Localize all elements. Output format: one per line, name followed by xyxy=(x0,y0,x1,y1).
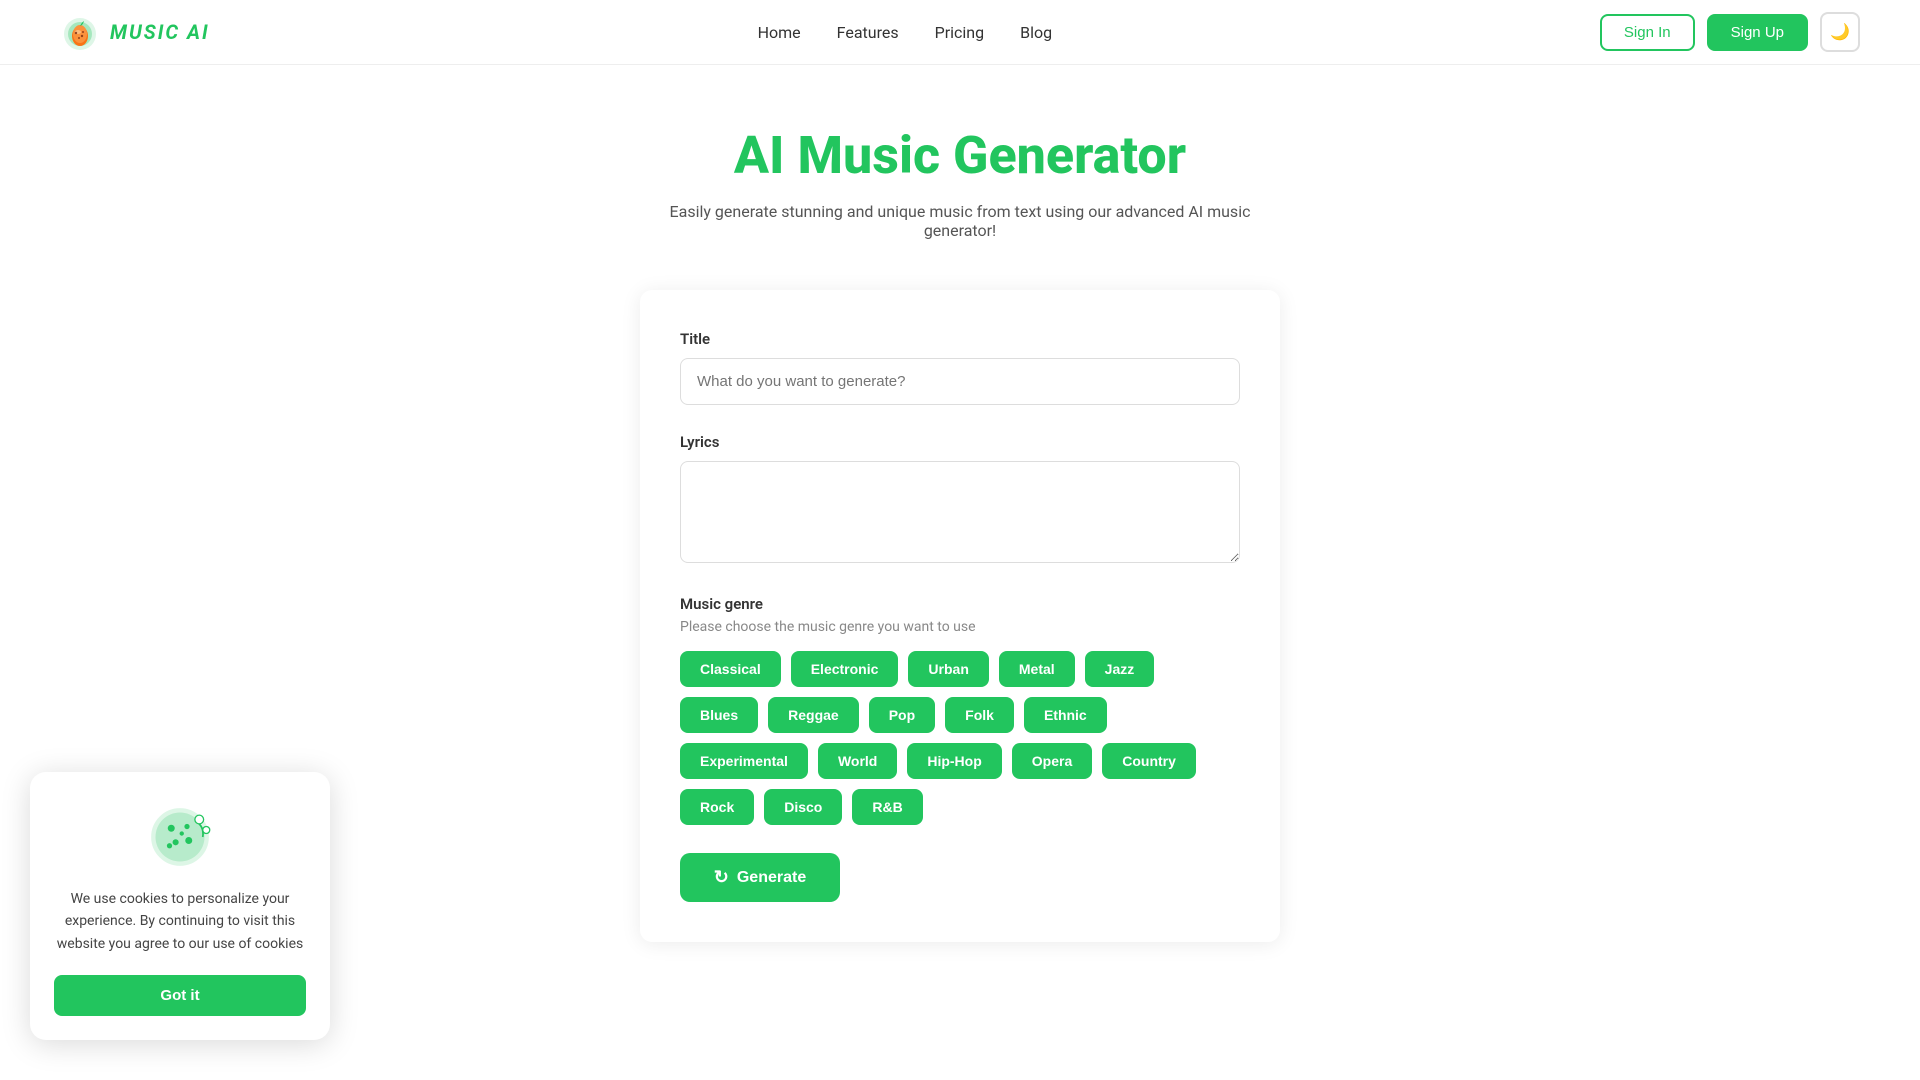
genre-button-r-b[interactable]: R&B xyxy=(852,789,922,825)
genre-group: Music genre Please choose the music genr… xyxy=(680,595,1240,825)
refresh-icon xyxy=(714,867,729,888)
lyrics-group: Lyrics xyxy=(680,433,1240,567)
genre-label: Music genre xyxy=(680,595,1240,613)
genre-button-metal[interactable]: Metal xyxy=(999,651,1075,687)
genre-button-urban[interactable]: Urban xyxy=(908,651,988,687)
nav-features[interactable]: Features xyxy=(837,23,899,42)
generator-form: Title Lyrics Music genre Please choose t… xyxy=(640,290,1280,942)
title-label: Title xyxy=(680,330,1240,348)
signup-button[interactable]: Sign Up xyxy=(1707,14,1808,51)
genre-grid: Classical ElectronicUrban Metal Jazz Blues Re… xyxy=(680,651,1240,825)
cookie-text: We use cookies to personalize your exper… xyxy=(54,888,306,955)
generate-button[interactable]: Generate xyxy=(680,853,840,902)
genre-button-ethnic[interactable]: Ethnic xyxy=(1024,697,1107,733)
genre-button-world[interactable]: World xyxy=(818,743,897,779)
nav-home[interactable]: Home xyxy=(758,23,801,42)
navbar: MUSIC AI Home Features Pricing Blog Sign… xyxy=(0,0,1920,65)
lyrics-textarea[interactable] xyxy=(680,461,1240,563)
moon-icon: 🌙 xyxy=(1830,22,1850,42)
nav-links: Home Features Pricing Blog xyxy=(758,23,1052,42)
logo: MUSIC AI xyxy=(60,12,210,52)
title-input[interactable] xyxy=(680,358,1240,405)
page-title: AI Music Generator xyxy=(640,125,1280,186)
cookie-got-it-button[interactable]: Got it xyxy=(54,975,306,1016)
genre-button-pop[interactable]: Pop xyxy=(869,697,935,733)
title-group: Title xyxy=(680,330,1240,405)
cookie-icon xyxy=(145,802,215,872)
nav-actions: Sign In Sign Up 🌙 xyxy=(1600,12,1860,52)
genre-button-country[interactable]: Country xyxy=(1102,743,1196,779)
genre-button-classical[interactable]: Classical xyxy=(680,651,781,687)
nav-blog[interactable]: Blog xyxy=(1020,23,1052,42)
genre-button-hip-hop[interactable]: Hip-Hop xyxy=(907,743,1001,779)
logo-text: MUSIC AI xyxy=(110,20,210,44)
theme-toggle-button[interactable]: 🌙 xyxy=(1820,12,1860,52)
cookie-icon-wrap xyxy=(54,802,306,872)
genre-button-jazz[interactable]: Jazz xyxy=(1085,651,1155,687)
main-content: AI Music Generator Easily generate stunn… xyxy=(620,65,1300,1022)
genre-button-experimental[interactable]: Experimental xyxy=(680,743,808,779)
signin-button[interactable]: Sign In xyxy=(1600,14,1695,51)
cookie-banner: We use cookies to personalize your exper… xyxy=(30,772,330,1040)
genre-button-reggae[interactable]: Reggae xyxy=(768,697,859,733)
logo-icon xyxy=(60,12,100,52)
nav-pricing[interactable]: Pricing xyxy=(935,23,985,42)
genre-hint: Please choose the music genre you want t… xyxy=(680,619,1240,635)
genre-button-opera[interactable]: Opera xyxy=(1012,743,1092,779)
generate-label: Generate xyxy=(737,869,806,887)
lyrics-label: Lyrics xyxy=(680,433,1240,451)
genre-button-rock[interactable]: Rock xyxy=(680,789,754,825)
genre-button-electronic[interactable]: Electronic xyxy=(791,651,899,687)
page-subtitle: Easily generate stunning and unique musi… xyxy=(640,202,1280,240)
genre-button-folk[interactable]: Folk xyxy=(945,697,1014,733)
genre-button-blues[interactable]: Blues xyxy=(680,697,758,733)
genre-button-disco[interactable]: Disco xyxy=(764,789,842,825)
